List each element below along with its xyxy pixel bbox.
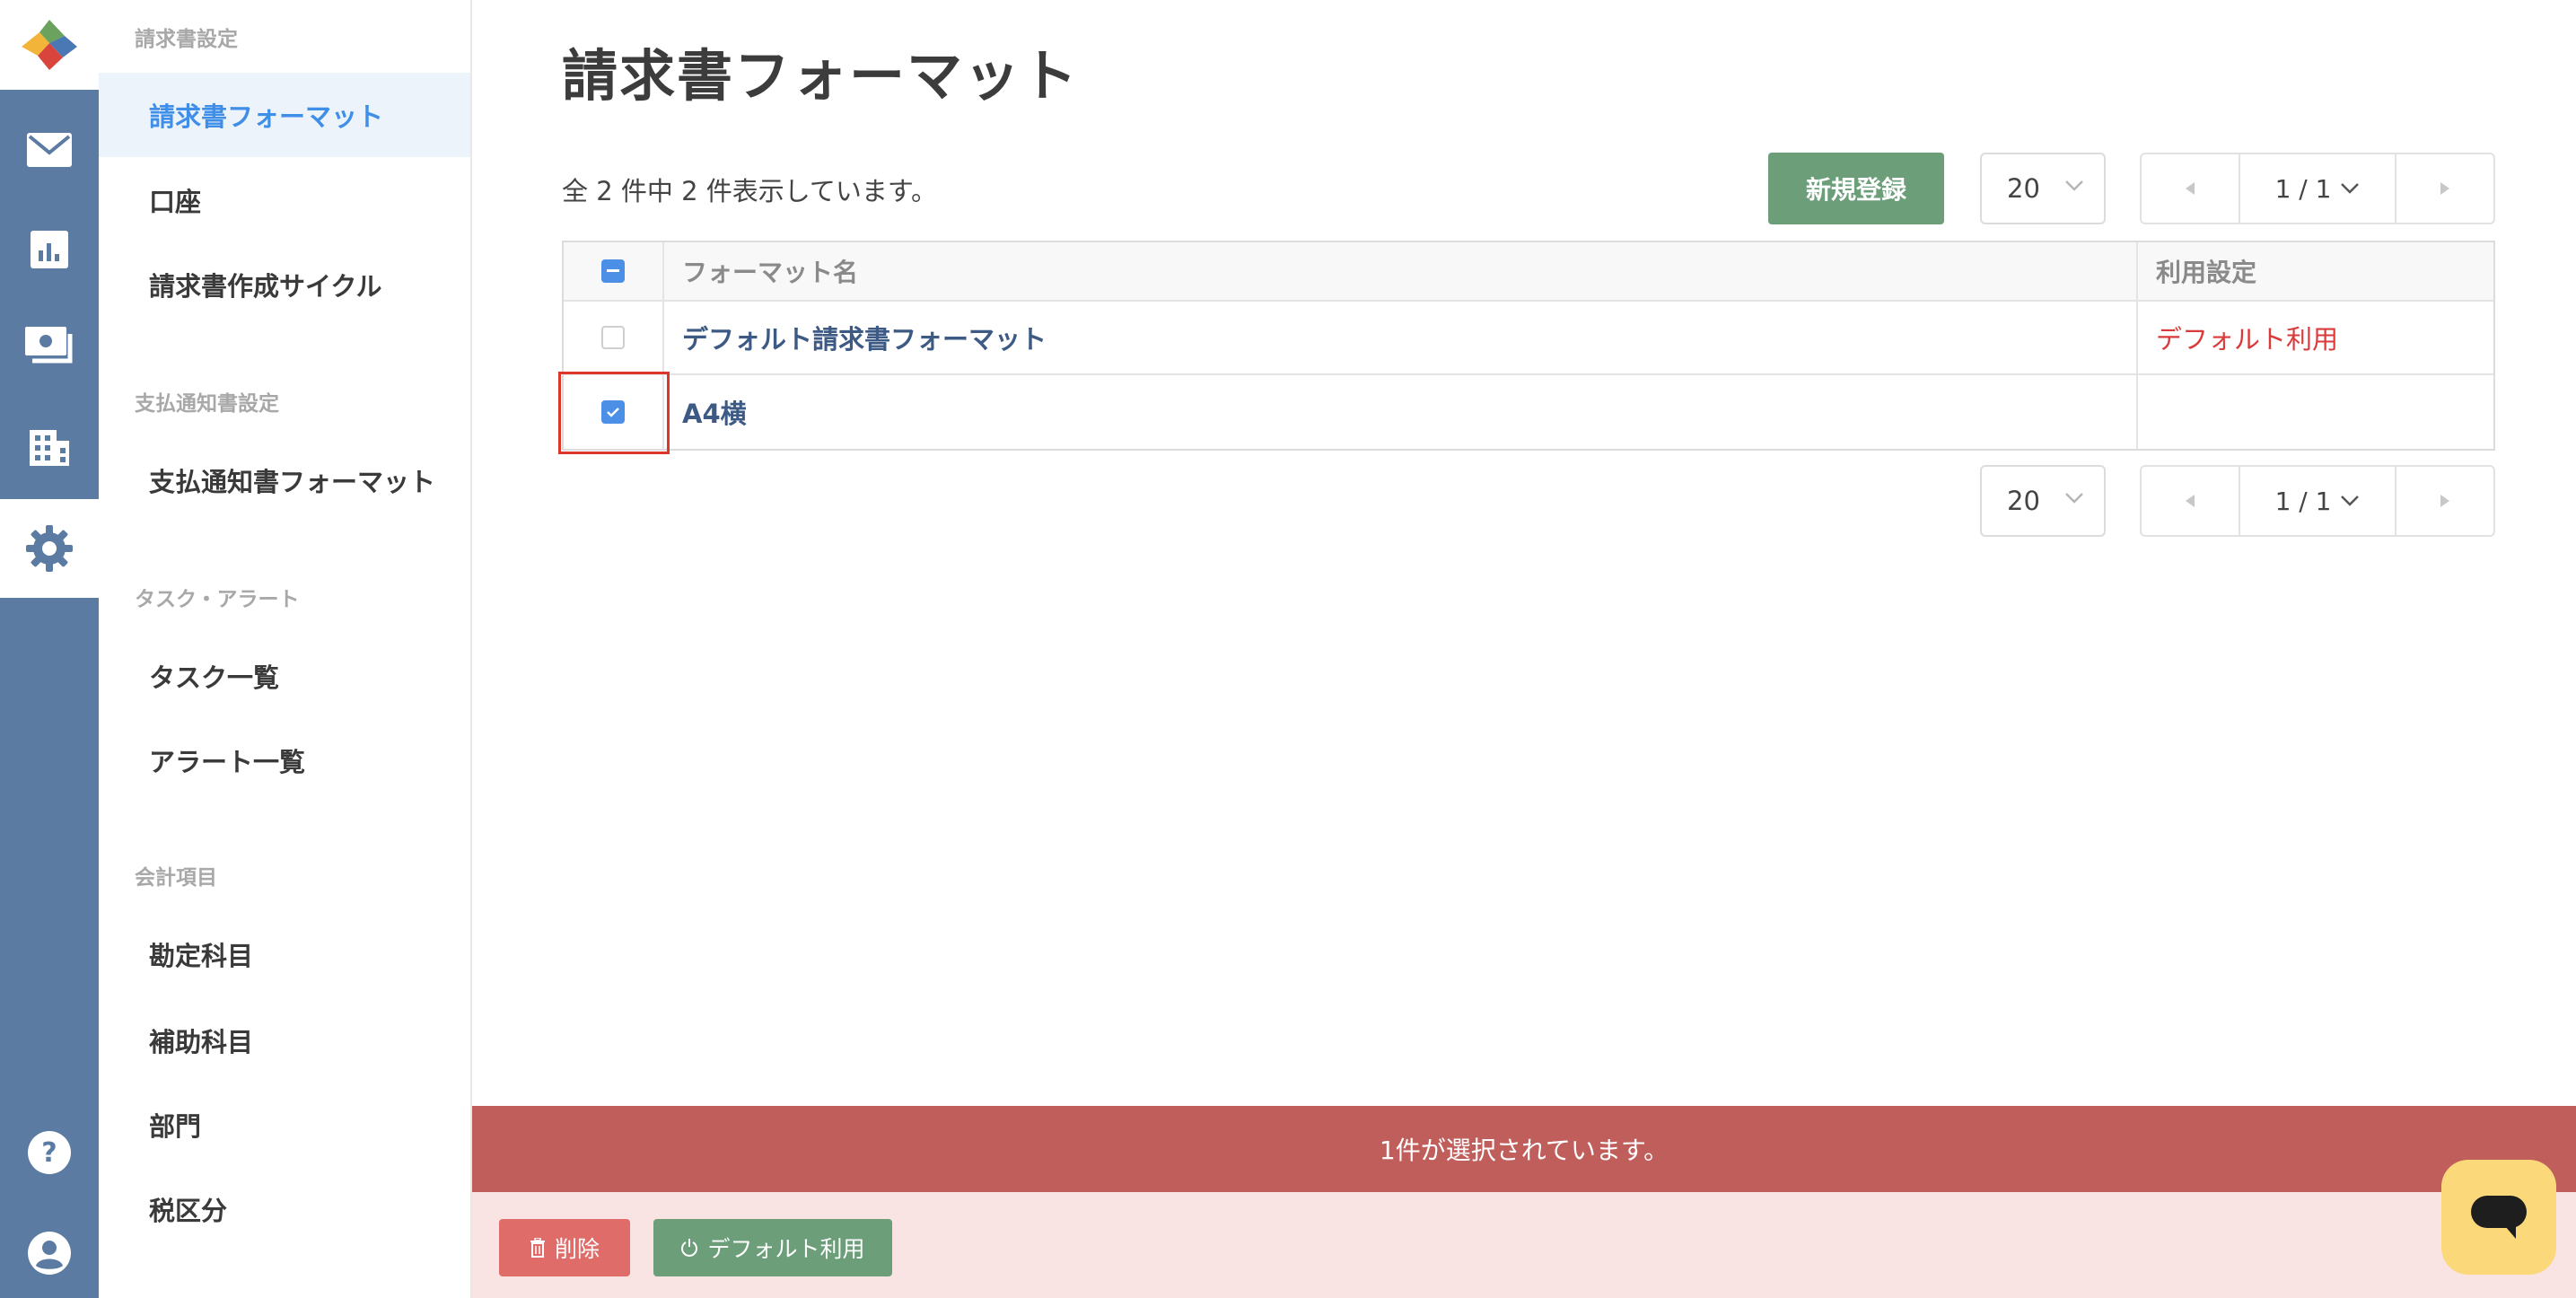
chat-launcher-button[interactable]	[2441, 1160, 2556, 1275]
set-default-label: デフォルト利用	[707, 1236, 865, 1262]
column-header-name: フォーマット名	[682, 258, 859, 287]
bulk-action-bar: 削除 デフォルト利用	[472, 1192, 2576, 1298]
rail-item-organization[interactable]	[0, 400, 99, 490]
caret-right-icon	[2440, 182, 2449, 195]
sidebar-item-alert-list[interactable]: アラート一覧	[99, 718, 470, 802]
sidebar-item-invoice-format[interactable]: 請求書フォーマット	[99, 73, 470, 157]
rail-item-payments[interactable]	[0, 302, 99, 391]
record-count: 全 2 件中 2 件表示しています。	[562, 176, 938, 206]
minus-icon	[607, 269, 619, 272]
pager-top: 1 / 1	[2140, 153, 2495, 224]
main-content: 請求書フォーマット 全 2 件中 2 件表示しています。 新規登録 20 1 /…	[472, 0, 2576, 1298]
chevron-down-icon	[2341, 183, 2360, 194]
help-icon: ?	[28, 1131, 71, 1174]
page-size-select-bottom[interactable]: 20	[1980, 465, 2106, 537]
mail-icon	[27, 133, 72, 167]
sidebar-item-task-list[interactable]: タスク一覧	[99, 634, 470, 718]
logo-area[interactable]	[0, 0, 99, 90]
selection-bar: 1件が選択されています。	[472, 1106, 2576, 1192]
sidebar-item-sub-accounts[interactable]: 補助科目	[99, 998, 470, 1083]
trash-icon	[530, 1238, 545, 1258]
header-usage-cell: 利用設定	[2138, 242, 2493, 300]
page-select[interactable]: 1 / 1	[2239, 154, 2396, 223]
format-name-link[interactable]: A4横	[682, 393, 747, 431]
format-name-link[interactable]: デフォルト請求書フォーマット	[682, 319, 1047, 356]
header-checkbox-cell	[564, 242, 664, 300]
logo-icon	[22, 20, 77, 70]
power-icon	[681, 1239, 698, 1257]
sidebar-item-tax-categories[interactable]: 税区分	[99, 1167, 470, 1251]
rail-item-reports[interactable]	[0, 205, 99, 294]
new-register-button[interactable]: 新規登録	[1768, 153, 1944, 224]
chevron-down-icon	[2341, 496, 2360, 506]
settings-sidebar: 請求書設定 請求書フォーマット 口座 請求書作成サイクル 支払通知書設定 支払通…	[99, 0, 472, 1298]
chevron-down-icon	[2065, 180, 2083, 191]
table-row: A4横	[558, 372, 2493, 454]
rail-item-settings[interactable]	[0, 499, 99, 598]
table-header-row: フォーマット名 利用設定	[564, 242, 2493, 302]
prev-page-button[interactable]	[2142, 467, 2239, 535]
row-checkbox-cell	[558, 372, 670, 454]
payment-icon	[25, 327, 73, 364]
page-select[interactable]: 1 / 1	[2239, 467, 2396, 535]
svg-text:?: ?	[41, 1137, 57, 1169]
nav-rail: ?	[0, 0, 99, 1298]
sidebar-section-tasks-alerts: タスク・アラート	[135, 588, 300, 611]
page-indicator: 1 / 1	[2274, 173, 2332, 204]
delete-button[interactable]: 削除	[499, 1219, 630, 1276]
report-chart-icon	[31, 231, 68, 268]
sidebar-section-accounting: 会計項目	[135, 866, 217, 890]
selection-highlight	[558, 372, 670, 454]
sidebar-item-departments[interactable]: 部門	[99, 1083, 470, 1167]
rail-item-account[interactable]	[0, 1208, 99, 1298]
building-icon	[30, 430, 69, 466]
chat-icon	[2471, 1196, 2527, 1239]
row-name-cell: A4横	[664, 375, 2138, 449]
select-all-checkbox[interactable]	[601, 259, 625, 283]
sidebar-item-invoice-cycle[interactable]: 請求書作成サイクル	[99, 242, 470, 327]
page-size-value: 20	[2007, 486, 2040, 516]
next-page-button[interactable]	[2396, 467, 2493, 535]
row-name-cell: デフォルト請求書フォーマット	[664, 302, 2138, 373]
row-checkbox[interactable]	[601, 326, 625, 349]
header-name-cell: フォーマット名	[664, 242, 2138, 300]
prev-page-button[interactable]	[2142, 154, 2239, 223]
rail-item-mail[interactable]	[0, 105, 99, 195]
caret-right-icon	[2440, 495, 2449, 507]
sidebar-section-payment-notice: 支払通知書設定	[135, 392, 279, 416]
page-size-value: 20	[2007, 173, 2040, 204]
sidebar-item-bank-account[interactable]: 口座	[99, 158, 470, 242]
selection-count-text: 1件が選択されています。	[1379, 1136, 1669, 1165]
row-usage-cell: デフォルト利用	[2138, 302, 2493, 373]
page-title: 請求書フォーマット	[562, 43, 1080, 109]
page-size-select-top[interactable]: 20	[1980, 153, 2106, 224]
gear-icon	[26, 525, 73, 572]
format-table: フォーマット名 利用設定 デフォルト請求書フォーマット デフォルト利用 A4横	[558, 241, 2495, 454]
caret-left-icon	[2186, 182, 2195, 195]
user-account-icon	[28, 1232, 71, 1275]
row-usage-cell	[2138, 375, 2493, 449]
sidebar-item-payment-notice-format[interactable]: 支払通知書フォーマット	[99, 438, 470, 522]
column-header-usage: 利用設定	[2156, 258, 2257, 287]
chevron-down-icon	[2065, 493, 2083, 504]
set-default-button[interactable]: デフォルト利用	[653, 1219, 892, 1276]
delete-label: 削除	[554, 1236, 600, 1262]
sidebar-section-invoice: 請求書設定	[135, 28, 238, 51]
caret-left-icon	[2186, 495, 2195, 507]
row-checkbox-cell	[564, 302, 664, 373]
next-page-button[interactable]	[2396, 154, 2493, 223]
table-row: デフォルト請求書フォーマット デフォルト利用	[564, 302, 2493, 375]
pager-bottom: 1 / 1	[2140, 465, 2495, 537]
page-indicator: 1 / 1	[2274, 486, 2332, 516]
rail-item-help[interactable]: ?	[0, 1108, 99, 1197]
sidebar-item-accounts[interactable]: 勘定科目	[99, 912, 470, 996]
usage-status: デフォルト利用	[2156, 324, 2339, 355]
